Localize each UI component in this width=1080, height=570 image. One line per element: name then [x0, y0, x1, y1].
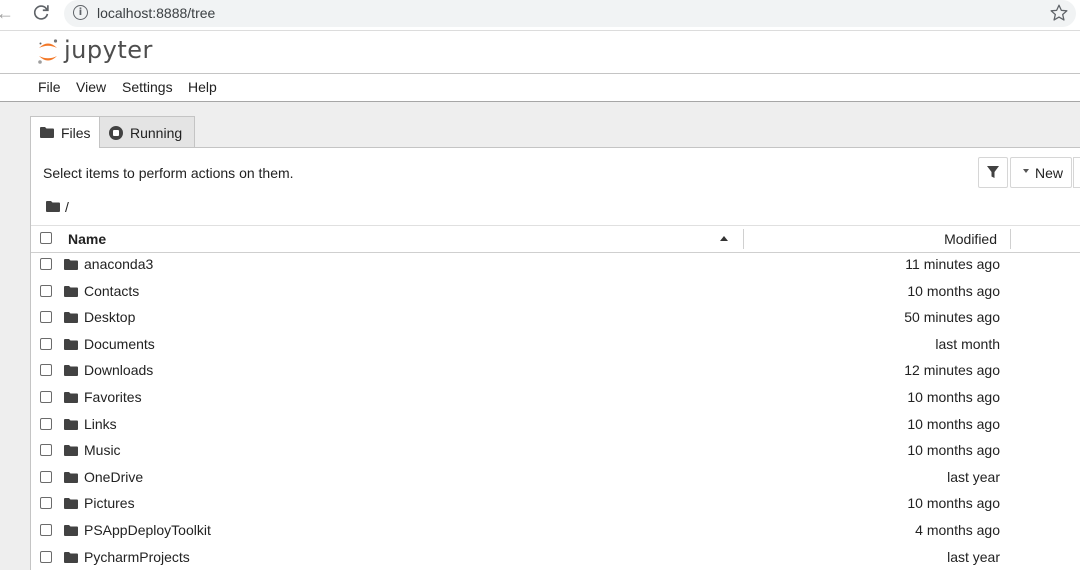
tab-files-label: Files — [61, 125, 91, 141]
new-button-label: New — [1035, 165, 1064, 181]
menu-settings[interactable]: Settings — [122, 79, 173, 95]
folder-icon — [64, 338, 78, 350]
folder-icon — [64, 524, 78, 536]
selection-hint: Select items to perform actions on them. — [43, 165, 294, 181]
address-bar[interactable]: i localhost:8888/tree — [64, 0, 1076, 27]
folder-icon — [40, 127, 54, 138]
file-list: anaconda3 11 minutes ago Contacts 10 months… — [31, 251, 1080, 570]
new-button[interactable]: New — [1010, 157, 1072, 188]
column-resize-handle[interactable] — [1010, 229, 1011, 249]
column-name-header[interactable]: Name — [68, 231, 106, 247]
file-name[interactable]: Downloads — [84, 362, 153, 378]
row-checkbox[interactable] — [40, 497, 52, 510]
row-checkbox[interactable] — [40, 258, 52, 270]
info-icon[interactable]: i — [73, 5, 88, 20]
row-checkbox[interactable] — [40, 284, 52, 297]
file-name[interactable]: Music — [84, 442, 121, 458]
table-row[interactable]: Favorites 10 months ago — [31, 384, 1080, 411]
menu-help[interactable]: Help — [188, 79, 217, 95]
menu-file[interactable]: File — [38, 79, 61, 95]
file-browser-panel: Select items to perform actions on them.… — [30, 147, 1080, 570]
row-checkbox[interactable] — [40, 337, 52, 350]
app-brand[interactable]: jupyter — [64, 36, 153, 64]
select-all-checkbox[interactable] — [40, 232, 52, 244]
row-checkbox[interactable] — [40, 470, 52, 483]
table-row[interactable]: Music 10 months ago — [31, 437, 1080, 464]
folder-icon — [64, 445, 78, 457]
file-modified: last year — [947, 548, 1000, 565]
file-modified: 10 months ago — [907, 442, 1000, 459]
app-header: jupyter — [0, 31, 1080, 73]
row-checkbox[interactable] — [40, 364, 52, 377]
folder-icon — [64, 259, 78, 270]
table-row[interactable]: Links 10 months ago — [31, 411, 1080, 438]
file-name[interactable]: Contacts — [84, 283, 139, 299]
file-modified: last month — [935, 335, 1000, 352]
table-row[interactable]: Documents last month — [31, 331, 1080, 358]
toolbar-overflow-button[interactable] — [1073, 157, 1080, 188]
breadcrumb-separator[interactable]: / — [65, 199, 69, 215]
file-modified: 10 months ago — [907, 495, 1000, 512]
file-name[interactable]: Documents — [84, 336, 155, 352]
file-name[interactable]: PSAppDeployToolkit — [84, 522, 211, 538]
folder-icon — [64, 285, 78, 297]
table-row[interactable]: anaconda3 11 minutes ago — [31, 251, 1080, 278]
table-row[interactable]: PycharmProjects last year — [31, 544, 1080, 570]
file-name[interactable]: Desktop — [84, 309, 135, 325]
file-modified: 4 months ago — [915, 521, 1000, 538]
row-checkbox[interactable] — [40, 523, 52, 536]
tab-files[interactable]: Files — [30, 116, 100, 148]
file-modified: last year — [947, 468, 1000, 485]
folder-icon — [64, 471, 78, 483]
folder-icon — [64, 498, 78, 510]
row-checkbox[interactable] — [40, 417, 52, 430]
file-name[interactable]: Pictures — [84, 495, 135, 511]
file-modified: 50 minutes ago — [904, 309, 1000, 326]
file-modified: 11 minutes ago — [905, 256, 1000, 272]
table-row[interactable]: Downloads 12 minutes ago — [31, 357, 1080, 384]
filter-icon — [987, 166, 999, 178]
file-name[interactable]: Favorites — [84, 389, 142, 405]
file-modified: 10 months ago — [907, 282, 1000, 299]
home-folder-icon[interactable] — [46, 201, 60, 212]
sort-ascending-icon — [720, 236, 728, 241]
row-checkbox[interactable] — [40, 550, 52, 563]
star-icon[interactable] — [1048, 2, 1070, 24]
row-checkbox[interactable] — [40, 444, 52, 457]
file-name[interactable]: anaconda3 — [84, 256, 153, 272]
file-name[interactable]: OneDrive — [84, 469, 143, 485]
tab-running-label: Running — [130, 125, 183, 141]
folder-icon — [64, 365, 78, 377]
column-resize-handle[interactable] — [743, 229, 744, 249]
row-checkbox[interactable] — [40, 390, 52, 403]
caret-down-icon — [1023, 169, 1029, 173]
jupyter-logo-icon[interactable] — [36, 37, 60, 67]
column-modified-header[interactable]: Modified — [944, 231, 997, 247]
arrow-left-icon[interactable]: ← — [0, 3, 14, 24]
menubar: File View Settings Help — [0, 73, 1080, 102]
file-name[interactable]: PycharmProjects — [84, 549, 190, 565]
table-row[interactable]: OneDrive last year — [31, 464, 1080, 491]
row-checkbox[interactable] — [40, 311, 52, 324]
browser-toolbar: ← i localhost:8888/tree — [0, 0, 1080, 31]
table-row[interactable]: Desktop 50 minutes ago — [31, 304, 1080, 331]
reload-icon[interactable] — [30, 2, 52, 24]
table-row[interactable]: Pictures 10 months ago — [31, 490, 1080, 517]
file-modified: 12 minutes ago — [904, 362, 1000, 379]
folder-icon — [64, 391, 78, 403]
file-modified: 10 months ago — [907, 415, 1000, 432]
folder-icon — [64, 312, 78, 324]
menu-view[interactable]: View — [76, 79, 106, 95]
file-name[interactable]: Links — [84, 416, 117, 432]
tab-running[interactable]: Running — [100, 116, 195, 148]
filter-button[interactable] — [978, 157, 1008, 188]
url-text[interactable]: localhost:8888/tree — [97, 5, 215, 21]
folder-icon — [64, 551, 78, 563]
file-list-header: Name Modified — [31, 225, 1080, 253]
stop-circle-icon — [109, 126, 123, 140]
table-row[interactable]: PSAppDeployToolkit 4 months ago — [31, 517, 1080, 544]
file-modified: 10 months ago — [907, 388, 1000, 405]
table-row[interactable]: Contacts 10 months ago — [31, 278, 1080, 305]
folder-icon — [64, 418, 78, 430]
